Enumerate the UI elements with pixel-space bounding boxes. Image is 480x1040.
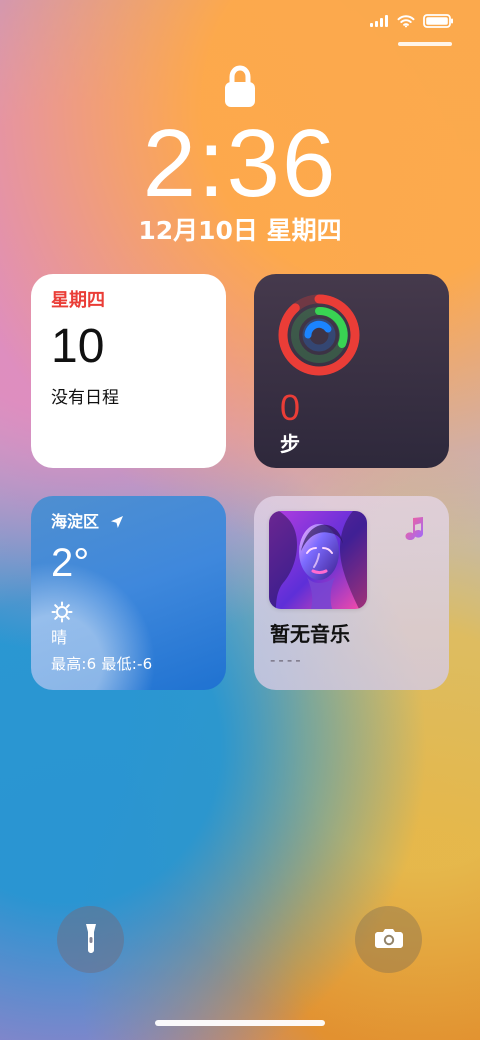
lock-icon <box>222 64 258 110</box>
status-bar <box>370 13 454 29</box>
weather-condition: 晴 <box>51 628 68 647</box>
location-arrow-icon <box>109 514 125 530</box>
music-subtitle: ---- <box>270 651 304 669</box>
signal-bars-icon <box>370 15 389 27</box>
lock-screen-time: 2:36 <box>142 110 338 217</box>
flashlight-icon <box>82 923 100 957</box>
home-indicator[interactable] <box>155 1020 325 1026</box>
flashlight-button[interactable] <box>57 906 124 973</box>
battery-icon <box>423 14 454 28</box>
steps-value: 0 <box>280 387 301 428</box>
weather-widget[interactable]: 海淀区 2° 晴 最高:6 最低:-6 <box>31 496 226 690</box>
weather-location-row: 海淀区 <box>51 514 206 530</box>
lock-screen-date: 12月10日 星期四 <box>138 216 342 245</box>
music-note-icon <box>395 514 425 544</box>
activity-widget[interactable]: 0 步 <box>254 274 449 468</box>
activity-rings-icon <box>274 290 364 380</box>
camera-button[interactable] <box>355 906 422 973</box>
sun-icon <box>51 601 73 623</box>
weather-temperature: 2° <box>51 541 90 585</box>
calendar-day-name: 星期四 <box>51 290 105 311</box>
steps-unit: 步 <box>280 432 300 456</box>
control-center-indicator[interactable] <box>398 42 452 46</box>
calendar-widget[interactable]: 星期四 10 没有日程 <box>31 274 226 468</box>
wifi-icon <box>397 14 415 28</box>
weather-range: 最高:6 最低:-6 <box>51 655 153 673</box>
album-art-image <box>269 511 367 609</box>
weather-location: 海淀区 <box>51 512 100 531</box>
calendar-events-text: 没有日程 <box>51 388 119 408</box>
music-title: 暂无音乐 <box>270 622 350 646</box>
music-widget[interactable]: 暂无音乐 ---- <box>254 496 449 690</box>
camera-icon <box>374 927 404 953</box>
calendar-day-number: 10 <box>51 320 105 373</box>
